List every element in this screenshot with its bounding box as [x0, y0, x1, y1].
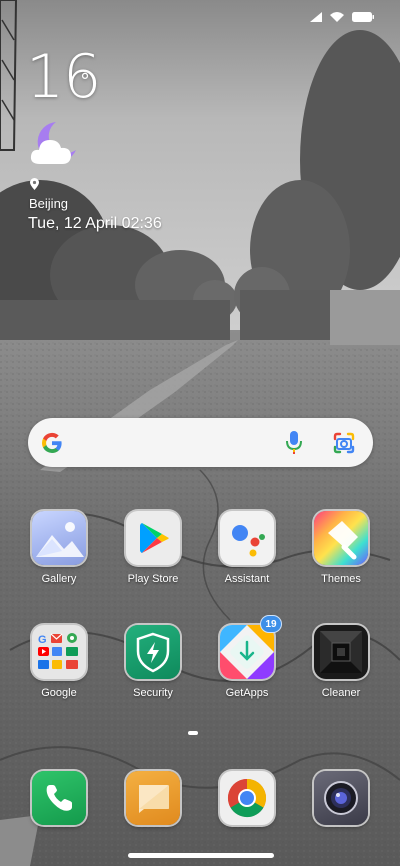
chrome-icon: [220, 771, 274, 825]
app-getapps[interactable]: 19 GetApps: [207, 615, 287, 699]
assistant-icon: [220, 511, 274, 565]
location-pin-icon: [30, 178, 39, 190]
dock-messages[interactable]: [113, 771, 193, 825]
page-indicator: [188, 731, 198, 735]
location-name: Beijing: [29, 196, 69, 211]
app-label: GetApps: [225, 687, 269, 699]
app-label: Security: [133, 687, 173, 699]
dock-camera[interactable]: [301, 771, 381, 825]
play-store-icon: [126, 511, 180, 565]
phone-icon: [32, 771, 86, 825]
app-cleaner[interactable]: Cleaner: [301, 625, 381, 699]
security-shield-icon: [126, 625, 180, 679]
temperature-degree: °: [80, 69, 90, 93]
microphone-icon[interactable]: [285, 430, 303, 456]
svg-text:G: G: [38, 634, 47, 646]
app-label: Themes: [321, 573, 361, 585]
signal-icon: [310, 12, 322, 22]
dock-phone[interactable]: [19, 771, 99, 825]
weather-widget[interactable]: 16 °: [26, 46, 101, 164]
app-label: Gallery: [41, 573, 77, 585]
temperature-value: 16: [26, 42, 101, 112]
partly-cloudy-night-icon: [30, 122, 76, 164]
app-label: Assistant: [224, 573, 270, 585]
notification-badge: 19: [260, 615, 282, 633]
app-assistant[interactable]: Assistant: [207, 511, 287, 585]
app-gallery[interactable]: Gallery: [19, 511, 99, 585]
app-security[interactable]: Security: [113, 625, 193, 699]
battery-icon: [352, 12, 374, 22]
temperature: 16 °: [26, 46, 101, 108]
dock-chrome[interactable]: [207, 771, 287, 825]
app-play-store[interactable]: Play Store: [113, 511, 193, 585]
status-bar: [310, 12, 374, 22]
app-label: Play Store: [127, 573, 179, 585]
google-lens-icon[interactable]: [332, 431, 356, 455]
app-label: Cleaner: [321, 687, 361, 699]
wifi-icon: [330, 12, 344, 22]
app-themes[interactable]: Themes: [301, 511, 381, 585]
getapps-icon: 19: [220, 615, 282, 679]
messages-icon: [126, 771, 180, 825]
google-g-icon: [41, 432, 62, 454]
app-google-folder[interactable]: G Google: [19, 625, 99, 699]
themes-icon: [314, 511, 368, 565]
date-time[interactable]: Tue, 12 April 02:36: [28, 215, 162, 233]
google-search-bar[interactable]: [28, 418, 373, 467]
camera-icon: [314, 771, 368, 825]
location[interactable]: Beijing: [28, 178, 68, 211]
gallery-icon: [32, 511, 86, 565]
cleaner-icon: [314, 625, 368, 679]
home-indicator[interactable]: [128, 853, 274, 858]
google-folder-icon: G: [32, 625, 86, 679]
app-label: Google: [41, 687, 77, 699]
